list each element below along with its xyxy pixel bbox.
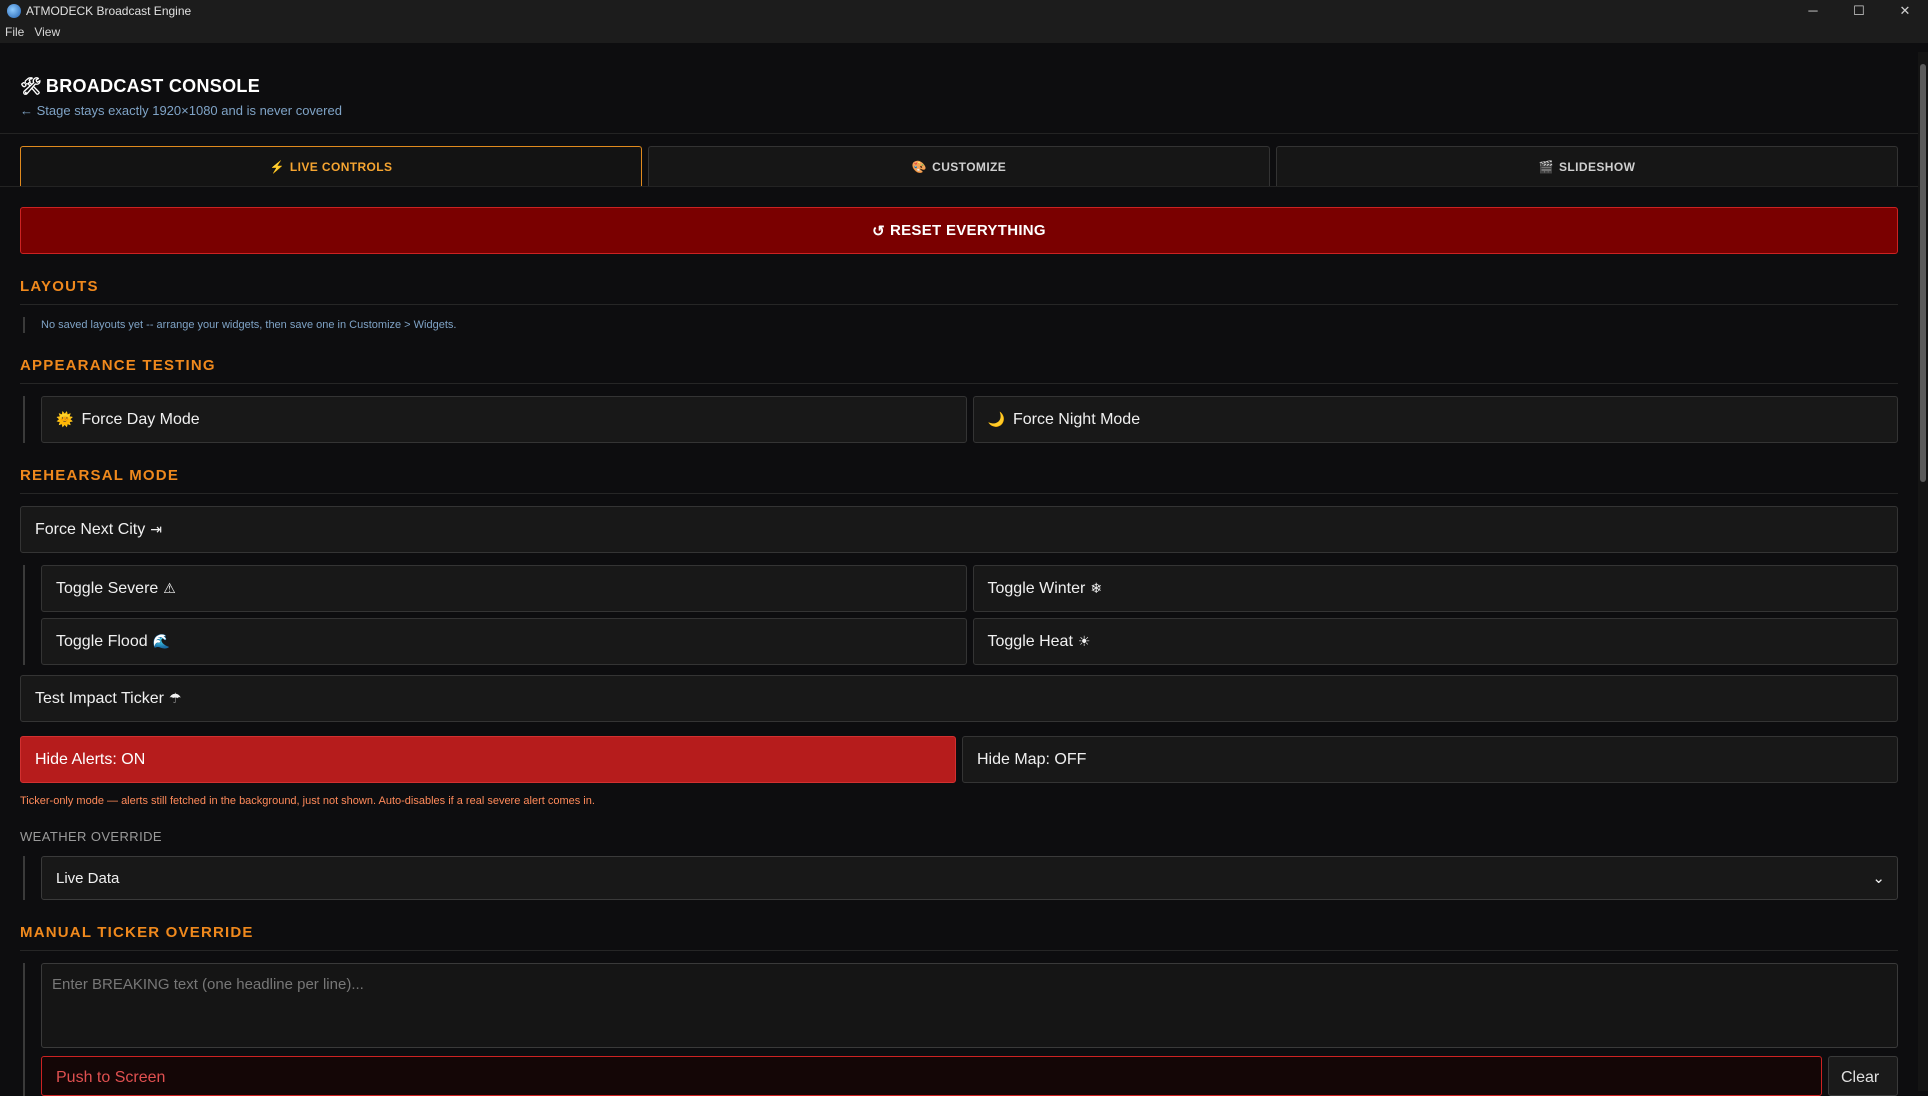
live-controls-content: ↺ RESET EVERYTHING LAYOUTS No saved layo… (0, 187, 1918, 1096)
palette-icon: 🎨 (911, 159, 928, 174)
umbrella-icon: ☂ (168, 690, 182, 706)
button-label: Toggle Heat (987, 632, 1073, 650)
tools-icon: 🛠 (20, 76, 42, 96)
tab-customize[interactable]: 🎨 CUSTOMIZE (648, 146, 1270, 186)
reset-label: RESET EVERYTHING (889, 222, 1046, 239)
menu-file[interactable]: File (5, 25, 24, 39)
title-bar: ATMODECK Broadcast Engine ─ ☐ ✕ (0, 0, 1928, 21)
console-title-text: BROADCAST CONSOLE (45, 76, 260, 96)
app-globe-icon (7, 3, 21, 18)
weather-override-select[interactable]: Live Data ⌄ (41, 856, 1898, 900)
warning-icon: ⚠ (163, 580, 176, 596)
toggle-heat-button[interactable]: Toggle Heat ☀ (972, 618, 1898, 665)
console-header: 🛠 BROADCAST CONSOLE ← Stage stays exactl… (0, 52, 1918, 134)
hide-map-toggle[interactable]: Hide Map: OFF (962, 736, 1898, 783)
heat-sun-icon: ☀ (1077, 633, 1091, 649)
chevron-down-icon: ⌄ (1872, 870, 1885, 887)
minimize-button[interactable]: ─ (1790, 0, 1836, 21)
scrollbar-thumb[interactable] (1920, 64, 1926, 482)
menu-bar: File View (0, 21, 1928, 43)
button-label: Toggle Severe (56, 579, 159, 597)
rehearsal-heading: REHEARSAL MODE (20, 467, 1898, 494)
push-to-screen-button[interactable]: Push to Screen (41, 1056, 1822, 1096)
console-title: 🛠 BROADCAST CONSOLE (20, 76, 1898, 97)
rehearsal-toggles-group: Toggle Severe ⚠ Toggle Winter ❄ Toggle F… (23, 565, 1898, 665)
tab-slideshow[interactable]: 🎬 SLIDESHOW (1276, 146, 1898, 186)
appearance-group: 🌞 Force Day Mode 🌙 Force Night Mode (23, 396, 1898, 443)
toggle-severe-button[interactable]: Toggle Severe ⚠ (41, 565, 967, 612)
manual-ticker-group: Enter BREAKING text (one headline per li… (23, 963, 1898, 1096)
reset-icon: ↺ (872, 222, 885, 240)
console-subtitle: ← Stage stays exactly 1920×1080 and is n… (20, 103, 342, 118)
layouts-heading: LAYOUTS (20, 278, 1898, 305)
broadcast-console-panel: 🛠 BROADCAST CONSOLE ← Stage stays exactl… (0, 52, 1918, 1096)
manual-ticker-heading: MANUAL TICKER OVERRIDE (20, 924, 1898, 951)
sun-icon: 🌞 (56, 411, 74, 427)
window-title: ATMODECK Broadcast Engine (26, 3, 192, 18)
layouts-empty-note: No saved layouts yet -- arrange your wid… (23, 317, 1898, 333)
force-night-mode-button[interactable]: 🌙 Force Night Mode (972, 396, 1898, 443)
weather-override-group: Live Data ⌄ (23, 856, 1898, 900)
tab-live-controls[interactable]: ⚡ LIVE CONTROLS (20, 146, 642, 186)
weather-override-label: WEATHER OVERRIDE (20, 829, 162, 844)
toggle-winter-button[interactable]: Toggle Winter ❄ (972, 565, 1898, 612)
menu-view[interactable]: View (34, 25, 60, 39)
tab-bar: ⚡ LIVE CONTROLS 🎨 CUSTOMIZE 🎬 SLIDESHOW (0, 134, 1918, 186)
force-next-city-button[interactable]: Force Next City ⇥ (20, 506, 1898, 553)
wave-icon: 🌊 (152, 633, 171, 649)
button-label: Force Day Mode (81, 410, 200, 428)
snowflake-icon: ❄ (1090, 580, 1103, 596)
lightning-icon: ⚡ (269, 159, 285, 174)
hide-alerts-toggle[interactable]: Hide Alerts: ON (20, 736, 956, 783)
button-label: Test Impact Ticker (35, 689, 164, 707)
close-button[interactable]: ✕ (1882, 0, 1928, 21)
clear-button[interactable]: Clear (1828, 1056, 1898, 1096)
next-arrow-icon: ⇥ (150, 521, 162, 537)
test-impact-ticker-button[interactable]: Test Impact Ticker ☂ (20, 675, 1898, 722)
toggle-flood-button[interactable]: Toggle Flood 🌊 (41, 618, 967, 665)
ticker-only-hint: Ticker-only mode — alerts still fetched … (20, 795, 595, 807)
tab-label: SLIDESHOW (1559, 159, 1636, 174)
button-label: Toggle Flood (56, 632, 148, 650)
maximize-button[interactable]: ☐ (1836, 0, 1882, 21)
clapperboard-icon: 🎬 (1538, 159, 1555, 174)
window-controls: ─ ☐ ✕ (1790, 0, 1928, 21)
button-label: Force Next City (35, 520, 146, 538)
tab-label: LIVE CONTROLS (289, 159, 393, 174)
moon-icon: 🌙 (987, 411, 1005, 427)
button-label: Toggle Winter (987, 579, 1086, 597)
appearance-heading: APPEARANCE TESTING (20, 357, 1898, 384)
breaking-text-input[interactable]: Enter BREAKING text (one headline per li… (41, 963, 1898, 1048)
reset-everything-button[interactable]: ↺ RESET EVERYTHING (20, 207, 1898, 254)
vertical-scrollbar[interactable] (1918, 52, 1928, 1091)
tab-label: CUSTOMIZE (932, 159, 1007, 174)
select-value: Live Data (56, 869, 120, 887)
force-day-mode-button[interactable]: 🌞 Force Day Mode (41, 396, 967, 443)
button-label: Force Night Mode (1012, 410, 1141, 428)
